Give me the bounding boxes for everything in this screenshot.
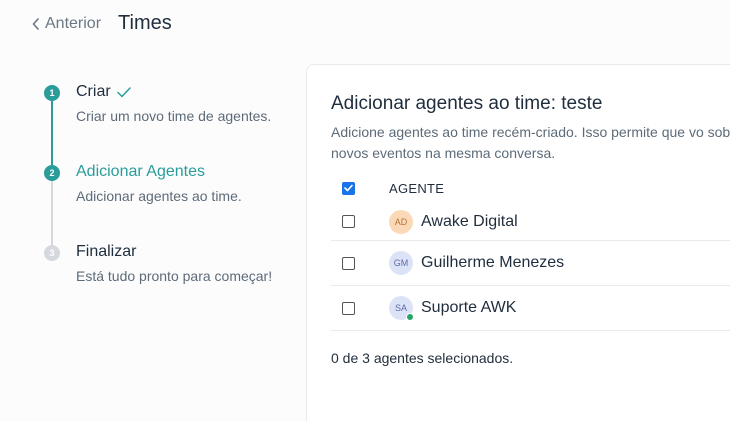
row-checkbox-cell [331,215,364,228]
avatar-initials: GM [393,258,409,268]
step-description: Criar um novo time de agentes. [76,108,272,124]
row-checkbox-cell [331,256,364,270]
step-connector [51,99,53,165]
step-create: 1 Criar Criar um novo time de agentes. [44,82,294,165]
step-number: 3 [44,245,60,261]
column-header-agent: AGENTE [389,180,445,196]
online-status-dot [406,313,414,321]
agents-table: AGENTE AD Awake Digital GM Guilherme Men… [331,173,730,331]
agent-cell: GM Guilherme Menezes [389,251,564,275]
agent-name: Awake Digital [421,212,518,230]
step-number: 2 [44,165,60,181]
step-title: Criar [76,83,111,100]
agent-name: Guilherme Menezes [421,254,565,271]
panel-title: Adicionar agentes ao time: teste [331,93,603,114]
chevron-left-icon [32,17,39,30]
selection-summary: 0 de 3 agentes selecionados. [331,350,514,366]
step-connector [51,179,53,245]
page: Anterior Times 1 Criar Criar um novo tim… [0,0,730,421]
step-finish: 3 Finalizar Está tudo pronto para começa… [44,242,294,322]
agent-checkbox[interactable] [342,301,355,315]
step-description: Está tudo pronto para começar! [76,268,273,284]
avatar-initials: AD [394,216,408,227]
back-label: Anterior [45,14,102,32]
header: Anterior Times [32,12,172,35]
avatar: AD [389,209,413,234]
table-row[interactable]: GM Guilherme Menezes [331,241,730,286]
back-button[interactable]: Anterior [32,15,101,33]
row-checkbox-cell [331,301,364,315]
agent-checkbox[interactable] [342,215,355,228]
avatar-initials: SA [394,303,407,313]
step-title: Adicionar Agentes [76,163,205,180]
wizard-stepper: 1 Criar Criar um novo time de agentes. 2… [44,82,294,322]
checkmark-icon [344,184,353,192]
page-title: Times [118,12,172,34]
agent-cell: SA Suporte AWK [389,296,517,321]
step-title: Finalizar [76,243,137,260]
add-agents-panel: Adicionar agentes ao time: teste Adicion… [306,64,730,421]
select-all-checkbox[interactable] [342,181,355,195]
step-add-agents: 2 Adicionar Agentes Adicionar agentes ao… [44,162,294,245]
avatar: GM [389,251,413,275]
select-all-cell [331,181,364,195]
agent-name: Suporte AWK [421,299,517,316]
step-title-wrap: Criar [76,82,294,102]
table-header: AGENTE [331,173,730,203]
step-number: 1 [44,85,60,101]
avatar: SA [389,296,414,321]
step-description: Adicionar agentes ao time. [76,188,242,204]
checkmark-icon [116,86,131,97]
table-row[interactable]: AD Awake Digital [331,203,730,241]
panel-description: Adicione agentes ao time recém-criado. I… [331,124,730,161]
agent-cell: AD Awake Digital [389,209,518,234]
table-row[interactable]: SA Suporte AWK [331,286,730,331]
agent-checkbox[interactable] [342,256,355,270]
